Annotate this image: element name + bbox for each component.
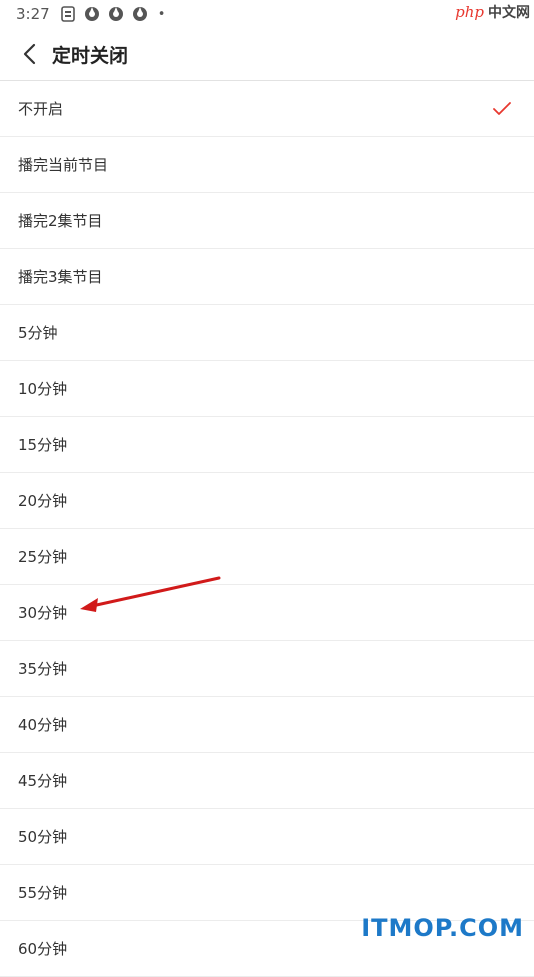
watermark-text: 中文网 <box>488 5 530 21</box>
list-item-25-min[interactable]: 25分钟 <box>0 529 534 585</box>
list-item-5-min[interactable]: 5分钟 <box>0 305 534 361</box>
watermark-top: php 中文网 <box>453 0 534 24</box>
list-item-20-min[interactable]: 20分钟 <box>0 473 534 529</box>
status-time: 3:27 <box>16 5 50 23</box>
vpn-key-icon <box>84 6 100 22</box>
timer-options-list: 不开启 播完当前节目 播完2集节目 播完3集节目 5分钟 10分钟 15分钟 2… <box>0 81 534 977</box>
list-item-off[interactable]: 不开启 <box>0 81 534 137</box>
list-item-label: 15分钟 <box>18 436 68 454</box>
list-item-label: 55分钟 <box>18 884 68 902</box>
list-item-50-min[interactable]: 50分钟 <box>0 809 534 865</box>
list-item-label: 20分钟 <box>18 492 68 510</box>
list-item-label: 10分钟 <box>18 380 68 398</box>
list-item-10-min[interactable]: 10分钟 <box>0 361 534 417</box>
list-item-label: 5分钟 <box>18 324 58 342</box>
check-icon <box>493 101 511 115</box>
vpn-key-icon <box>108 6 124 22</box>
list-item-3-episodes[interactable]: 播完3集节目 <box>0 249 534 305</box>
list-item-35-min[interactable]: 35分钟 <box>0 641 534 697</box>
notification-dot: • <box>157 6 166 22</box>
list-item-label: 35分钟 <box>18 660 68 678</box>
watermark-bottom: ITMOP.COM <box>361 914 524 942</box>
list-item-label: 30分钟 <box>18 604 68 622</box>
list-item-30-min[interactable]: 30分钟 <box>0 585 534 641</box>
back-button[interactable] <box>14 39 44 69</box>
list-item-label: 播完当前节目 <box>18 156 109 174</box>
list-item-label: 50分钟 <box>18 828 68 846</box>
list-item-label: 播完3集节目 <box>18 268 103 286</box>
watermark-php: php <box>453 3 486 21</box>
list-item-40-min[interactable]: 40分钟 <box>0 697 534 753</box>
sim-card-icon <box>60 6 76 22</box>
list-item-2-episodes[interactable]: 播完2集节目 <box>0 193 534 249</box>
vpn-key-icon <box>132 6 148 22</box>
list-item-label: 40分钟 <box>18 716 68 734</box>
list-item-label: 25分钟 <box>18 548 68 566</box>
chevron-left-icon <box>23 43 36 65</box>
list-item-label: 不开启 <box>18 100 64 118</box>
list-item-55-min[interactable]: 55分钟 <box>0 865 534 921</box>
list-item-45-min[interactable]: 45分钟 <box>0 753 534 809</box>
list-item-label: 60分钟 <box>18 940 68 958</box>
page-title: 定时关闭 <box>52 44 129 67</box>
status-icons: • <box>60 6 166 22</box>
header: 定时关闭 <box>0 28 534 81</box>
list-item-label: 播完2集节目 <box>18 212 103 230</box>
list-item-label: 45分钟 <box>18 772 68 790</box>
list-item-current-episode[interactable]: 播完当前节目 <box>0 137 534 193</box>
list-item-15-min[interactable]: 15分钟 <box>0 417 534 473</box>
